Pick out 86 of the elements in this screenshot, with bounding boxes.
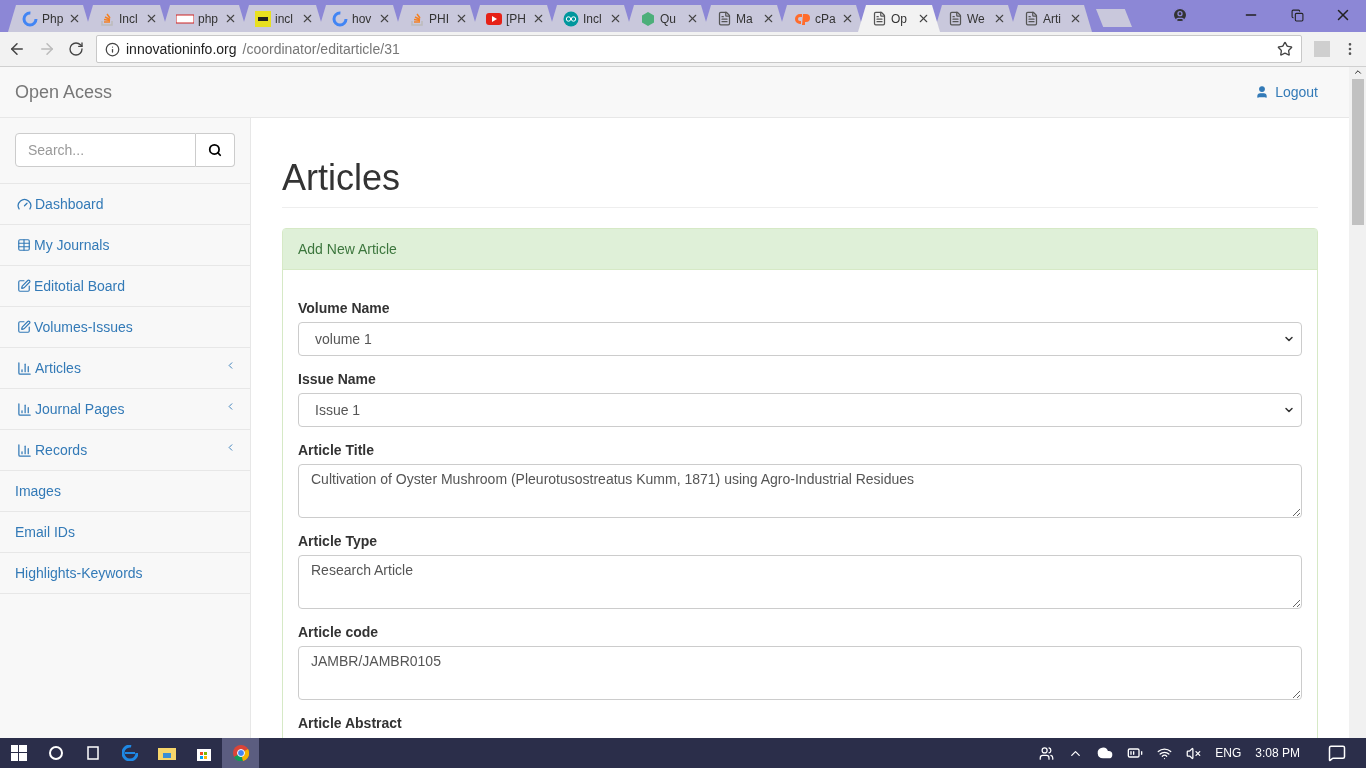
sidebar-item[interactable]: Highlights-Keywords [0, 553, 250, 594]
edit-icon [17, 320, 31, 334]
text-area[interactable]: JAMBR/JAMBR0105 [298, 645, 1302, 700]
info-icon [105, 41, 120, 57]
field-label: Issue Name [298, 370, 377, 387]
cloud-icon[interactable] [1097, 745, 1114, 761]
close-icon[interactable] [68, 12, 81, 25]
battery-icon[interactable] [1127, 745, 1144, 761]
select-field[interactable]: Issue 1 [298, 392, 1302, 427]
close-icon[interactable] [145, 12, 158, 25]
close-icon[interactable] [686, 12, 699, 25]
field-label: Article Type [298, 532, 379, 549]
close-icon[interactable] [609, 12, 622, 25]
sidebar-item[interactable]: My Journals [0, 225, 250, 266]
restore-icon[interactable] [1290, 8, 1304, 22]
language-indicator[interactable]: ENG [1215, 746, 1242, 760]
reload-icon[interactable] [68, 41, 84, 57]
page-icon [948, 11, 963, 26]
brand: Open Acess [15, 81, 113, 103]
close-icon[interactable] [841, 12, 854, 25]
sidebar-item[interactable]: Records [0, 430, 250, 471]
close-icon[interactable] [378, 12, 391, 25]
sidebar-item[interactable]: Dashboard [0, 184, 250, 225]
notifications-icon[interactable] [1328, 744, 1346, 762]
bookmark-star-icon[interactable] [1277, 41, 1293, 57]
sidebar-item[interactable]: Journal Pages [0, 389, 250, 430]
cp-mark-icon [793, 11, 811, 26]
back-icon[interactable] [8, 40, 26, 58]
close-icon[interactable] [301, 12, 314, 25]
search-button[interactable] [196, 133, 235, 167]
search-field[interactable]: Search... [15, 133, 196, 167]
close-icon[interactable] [762, 12, 775, 25]
field-label: Article Abstract [298, 714, 403, 731]
url-host: innovationinfo.org [126, 41, 237, 57]
page-icon [1024, 11, 1039, 26]
bar-chart-icon [17, 401, 32, 417]
address-bar[interactable]: innovationinfo.org /coordinator/editarticle/31 [96, 35, 1302, 63]
text-area[interactable]: Research Article [298, 554, 1302, 609]
scroll-up-icon[interactable] [1352, 67, 1363, 77]
browser-tab[interactable]: Arti [1010, 5, 1092, 32]
gauge-icon [17, 196, 32, 212]
sidebar-item[interactable]: Articles [0, 348, 250, 389]
search-icon [208, 143, 222, 157]
page-icon [717, 11, 732, 26]
clock[interactable]: 3:08 PM [1255, 746, 1300, 760]
close-icon[interactable] [1069, 12, 1082, 25]
panel-heading: Add New Article [283, 228, 1317, 270]
close-icon[interactable] [224, 12, 237, 25]
field-label: Article Title [298, 441, 375, 458]
sidebar-item[interactable]: Volumes-Issues [0, 307, 250, 348]
hexagon-icon [640, 10, 656, 27]
mute-icon[interactable] [1186, 745, 1202, 761]
infinity-icon [563, 10, 579, 27]
close-icon[interactable] [532, 12, 545, 25]
table-icon [17, 238, 31, 252]
page-icon [872, 11, 887, 26]
windows-icon[interactable] [10, 745, 27, 761]
close-icon[interactable] [455, 12, 468, 25]
sidebar-item[interactable]: Editotial Board [0, 266, 250, 307]
folder-icon[interactable] [157, 746, 176, 760]
play-icon [486, 12, 502, 25]
user-icon [1255, 85, 1270, 99]
field-label: Article code [298, 623, 380, 640]
letter-g-icon [22, 10, 38, 27]
tag-icon [176, 12, 194, 25]
close-icon[interactable] [917, 12, 930, 25]
letter-g-icon [332, 10, 348, 27]
text-area[interactable]: Cultivation of Oyster Mushroom (Pleurotusostreatus Kumm, 1871) using Agro-Industrial Residues [298, 463, 1302, 518]
logout-link[interactable]: Logout [1255, 84, 1318, 100]
sidebar-item[interactable]: Email IDs [0, 512, 250, 553]
profile-icon[interactable] [1172, 7, 1188, 23]
chrome-circle-icon[interactable] [232, 745, 249, 761]
browser-e-icon[interactable] [121, 745, 138, 761]
wifi-icon[interactable] [1157, 745, 1173, 761]
close-icon[interactable] [993, 12, 1006, 25]
circle-icon[interactable] [47, 745, 64, 761]
field-label: Volume Name [298, 299, 391, 316]
browser-tab[interactable]: Op [858, 5, 940, 32]
edit-icon [17, 279, 31, 293]
bar-chart-icon [17, 442, 32, 458]
sidebar-item[interactable]: Images [0, 471, 250, 512]
select-field[interactable]: volume 1 [298, 321, 1302, 356]
bar-chart-icon [17, 360, 32, 376]
people-icon[interactable] [1039, 745, 1055, 761]
url-path: /coordinator/editarticle/31 [242, 41, 401, 57]
page-title: Articles [282, 158, 1318, 208]
